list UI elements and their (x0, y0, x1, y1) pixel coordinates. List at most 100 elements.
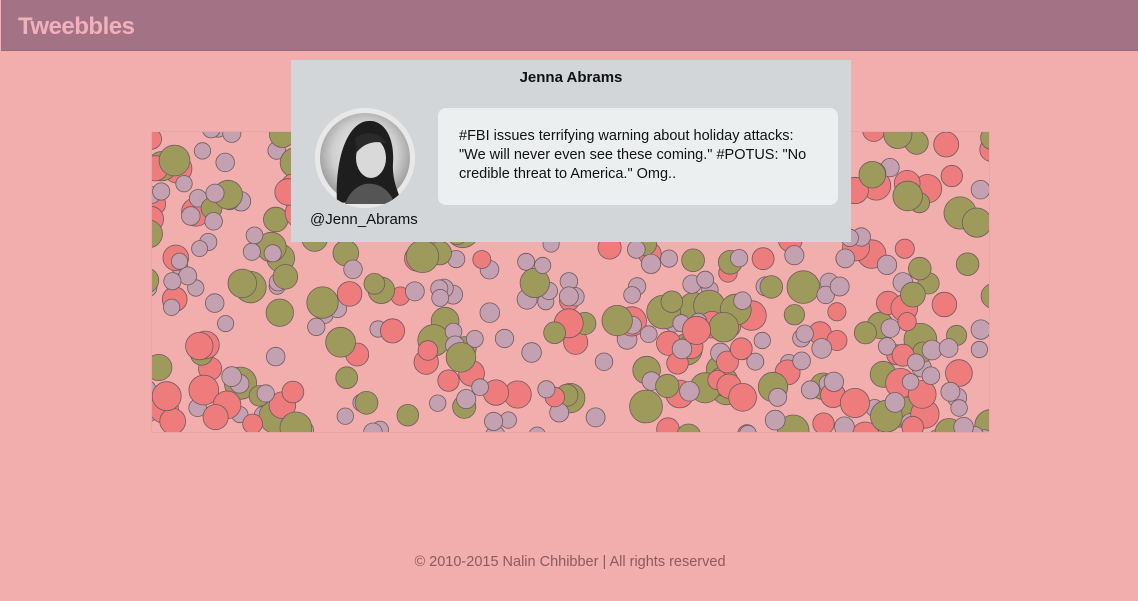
tweet-bubble[interactable] (676, 423, 701, 433)
tweet-bubble[interactable] (170, 252, 189, 270)
tweet-bubble[interactable] (245, 226, 264, 245)
tweet-bubble[interactable] (152, 268, 160, 293)
tweet-bubble[interactable] (336, 407, 354, 425)
tweet-bubble[interactable] (437, 369, 460, 392)
tweet-bubble[interactable] (152, 354, 173, 381)
tweet-bubble[interactable] (950, 399, 968, 417)
tweet-bubble[interactable] (429, 394, 447, 412)
tweet-bubble[interactable] (907, 353, 925, 372)
tweet-bubble[interactable] (222, 132, 242, 143)
tweet-bubble[interactable] (445, 342, 477, 373)
tweet-bubble[interactable] (215, 152, 235, 173)
tweet-bubble[interactable] (191, 240, 208, 257)
tweet-bubble[interactable] (242, 242, 261, 261)
tweet-bubble[interactable] (558, 286, 579, 307)
tweet-bubble[interactable] (655, 373, 680, 399)
tweet-bubble[interactable] (829, 276, 850, 297)
tweet-bubble[interactable] (517, 252, 536, 271)
tweet-bubble[interactable] (659, 249, 678, 268)
tweet-bubble[interactable] (205, 293, 225, 313)
tweet-bubble[interactable] (623, 286, 641, 304)
tweet-bubble[interactable] (764, 409, 786, 431)
tweet-bubble[interactable] (858, 161, 887, 189)
tweet-bubble[interactable] (862, 132, 885, 142)
tweet-bubble[interactable] (961, 207, 990, 238)
tweet-bubble[interactable] (921, 339, 943, 361)
tweet-bubble[interactable] (953, 417, 974, 433)
tweet-bubble[interactable] (534, 256, 552, 274)
tweet-bubble[interactable] (479, 302, 501, 323)
tweet-bubble[interactable] (729, 249, 749, 268)
tweet-bubble[interactable] (823, 371, 845, 392)
tweet-bubble[interactable] (585, 407, 606, 428)
tweet-bubble[interactable] (175, 175, 193, 193)
tweet-bubble[interactable] (263, 206, 289, 233)
tweet-bubble[interactable] (792, 351, 811, 371)
tweet-bubble[interactable] (227, 268, 258, 299)
tweet-bubble[interactable] (876, 254, 898, 275)
tweet-bubble[interactable] (629, 389, 663, 424)
tweet-bubble[interactable] (900, 281, 926, 308)
tweet-bubble[interactable] (931, 291, 958, 318)
tweet-bubble[interactable] (759, 275, 784, 299)
tweet-bubble[interactable] (163, 298, 181, 316)
tweet-bubble[interactable] (152, 132, 162, 150)
tweet-bubble[interactable] (205, 183, 225, 203)
tweet-bubble[interactable] (265, 298, 294, 327)
tweet-bubble[interactable] (335, 366, 359, 390)
tweet-bubble[interactable] (242, 413, 263, 433)
tweet-bubble[interactable] (343, 259, 363, 280)
tweet-bubble[interactable] (768, 387, 788, 407)
tweet-bubble[interactable] (601, 305, 633, 337)
tweet-bubble[interactable] (363, 273, 386, 295)
tweet-bubble[interactable] (431, 288, 450, 307)
tweet-bubble[interactable] (786, 270, 820, 304)
tweet-bubble[interactable] (811, 338, 832, 359)
tweet-bubble[interactable] (728, 382, 757, 412)
tweet-bubble[interactable] (681, 248, 705, 273)
tweet-bubble[interactable] (795, 324, 814, 343)
tweet-bubble[interactable] (217, 315, 235, 333)
tweet-bubble[interactable] (204, 212, 223, 231)
tweet-bubble[interactable] (263, 244, 282, 263)
tweet-bubble[interactable] (835, 248, 856, 269)
tweet-bubble[interactable] (626, 240, 646, 259)
tweet-bubble[interactable] (221, 366, 242, 387)
tweet-bubble[interactable] (656, 417, 680, 433)
tweet-bubble[interactable] (529, 426, 546, 433)
tweet-bubble[interactable] (471, 378, 489, 397)
tweet-bubble[interactable] (897, 312, 917, 332)
brand-logo[interactable]: Tweebbles (18, 13, 135, 41)
tweet-bubble[interactable] (938, 338, 959, 358)
tweet-bubble[interactable] (202, 404, 229, 431)
tweet-bubble[interactable] (783, 304, 806, 326)
tweet-bubble[interactable] (543, 321, 566, 345)
tweet-bubble[interactable] (980, 284, 990, 309)
tweet-bubble[interactable] (940, 164, 963, 188)
tweet-bubble[interactable] (185, 332, 214, 361)
tweet-bubble[interactable] (336, 281, 363, 307)
tweet-bubble[interactable] (640, 253, 662, 274)
tweet-bubble[interactable] (325, 326, 356, 358)
tweet-bubble[interactable] (272, 264, 299, 290)
tweet-bubble[interactable] (379, 318, 405, 344)
tweet-bubble[interactable] (639, 325, 658, 344)
tweet-bubble[interactable] (696, 270, 715, 289)
tweet-bubble[interactable] (827, 302, 847, 322)
tweet-bubble[interactable] (834, 416, 855, 433)
tweet-bubble[interactable] (940, 381, 961, 402)
tweet-bubble[interactable] (178, 266, 198, 286)
tweet-bubble[interactable] (159, 408, 186, 433)
tweet-bubble[interactable] (158, 144, 191, 177)
tweet-bubble[interactable] (306, 286, 339, 319)
tweet-bubble[interactable] (839, 387, 870, 418)
tweet-bubble[interactable] (594, 352, 614, 372)
tweet-bubble[interactable] (892, 180, 923, 212)
tweet-bubble[interactable] (163, 272, 182, 291)
tweet-bubble[interactable] (660, 290, 684, 313)
tweet-bubble[interactable] (417, 340, 439, 361)
tweet-bubble[interactable] (970, 340, 989, 359)
tweet-bubble[interactable] (152, 182, 171, 201)
tweet-bubble[interactable] (955, 252, 980, 276)
tweet-bubble[interactable] (521, 342, 542, 363)
